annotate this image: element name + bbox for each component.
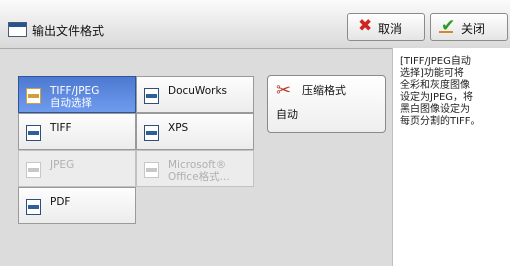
- format-label: JPEG: [50, 159, 75, 171]
- format-option-jpeg: JPEG: [18, 150, 136, 187]
- format-label: TIFF/JPEG 自动选择: [50, 85, 100, 109]
- format-label: TIFF: [50, 122, 72, 134]
- compression-label: 压缩格式: [302, 84, 346, 97]
- format-label: XPS: [168, 122, 189, 134]
- format-option-docuworks[interactable]: DocuWorks: [136, 76, 254, 113]
- document-icon: [144, 88, 159, 104]
- tools-icon: ✂: [276, 80, 292, 101]
- document-icon: [26, 88, 41, 104]
- window-icon: [8, 22, 27, 37]
- format-option-tiff-jpeg-auto[interactable]: TIFF/JPEG 自动选择: [18, 76, 136, 113]
- compression-value: 自动: [276, 108, 298, 121]
- format-label: PDF: [50, 196, 71, 208]
- page-title: 输出文件格式: [32, 24, 105, 38]
- format-option-ms-office: Microsoft® Office格式...: [136, 150, 254, 187]
- format-label: DocuWorks: [168, 85, 227, 97]
- close-button[interactable]: ✔ 关闭: [430, 13, 508, 41]
- close-label: 关闭: [461, 22, 486, 36]
- document-icon: [144, 125, 159, 141]
- format-option-pdf[interactable]: PDF: [18, 187, 136, 224]
- check-icon: ✔: [438, 16, 456, 36]
- header-bar: 输出文件格式 ✖ 取消 ✔ 关闭: [0, 0, 510, 49]
- screen: 输出文件格式 ✖ 取消 ✔ 关闭 TIFF/JPEG 自动选择 DocuWork…: [0, 0, 510, 266]
- office-icon: [144, 162, 159, 178]
- document-icon: [26, 199, 41, 215]
- cancel-label: 取消: [378, 22, 403, 36]
- format-options: TIFF/JPEG 自动选择 DocuWorks TIFF XPS JPEG M…: [18, 76, 256, 226]
- cross-icon: ✖: [358, 16, 373, 36]
- compression-button[interactable]: ✂ 压缩格式 自动: [267, 75, 386, 133]
- cancel-button[interactable]: ✖ 取消: [347, 13, 425, 41]
- info-panel: [TIFF/JPEG自动 选择]功能可将 全彩和灰度图像 设定为JPEG，将 黑…: [392, 48, 510, 266]
- document-icon: [26, 125, 41, 141]
- format-option-tiff[interactable]: TIFF: [18, 113, 136, 150]
- document-icon: [26, 162, 41, 178]
- format-label: Microsoft® Office格式...: [168, 159, 230, 183]
- format-option-xps[interactable]: XPS: [136, 113, 254, 150]
